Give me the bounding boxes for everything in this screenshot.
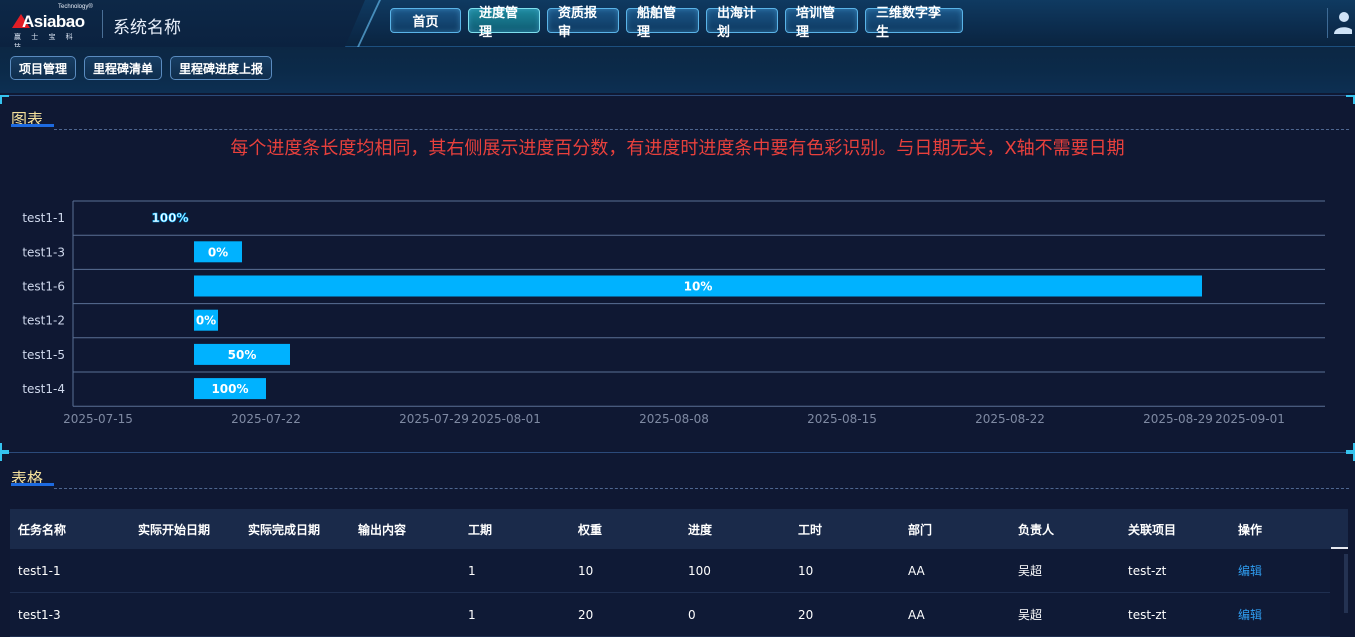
column-header[interactable]: 部门	[908, 509, 932, 549]
corner-decoration	[0, 95, 9, 104]
column-header[interactable]: 进度	[688, 509, 712, 549]
nav-sea-plan[interactable]: 出海计划	[706, 6, 778, 40]
table-cell: AA	[908, 607, 925, 622]
table-cell: 10	[578, 563, 594, 578]
x-tick-label: 2025-07-22	[231, 412, 301, 426]
sub-nav-bar: 项目管理 里程碑清单 里程碑进度上报	[0, 47, 1355, 93]
table-scrollbar[interactable]	[1344, 554, 1348, 613]
y-tick-label: test1-1	[22, 211, 65, 225]
top-header: Asiabao Technology® 赢 士 宝 科 技 系统名称 首页 进度…	[0, 0, 1355, 51]
bar-progress-label: 0%	[196, 314, 216, 328]
y-tick-label: test1-5	[22, 348, 65, 362]
x-tick-label: 2025-08-15	[807, 412, 877, 426]
logo-tech: Technology®	[58, 4, 93, 10]
chart-note: 每个进度条长度均相同，其右侧展示进度百分数，有进度时进度条中要有色彩识别。与日期…	[230, 138, 1125, 159]
column-header[interactable]: 操作	[1238, 509, 1262, 549]
corner-decoration	[1346, 95, 1355, 104]
y-tick-label: test1-3	[22, 245, 65, 259]
subnav-milestone-progress-report[interactable]: 里程碑进度上报	[170, 56, 273, 80]
user-divider	[1327, 8, 1328, 38]
column-header[interactable]: 实际开始日期	[138, 509, 210, 549]
table-cell: 10	[798, 563, 814, 578]
user-avatar-icon[interactable]	[1330, 9, 1352, 35]
column-header[interactable]: 负责人	[1018, 509, 1054, 549]
gantt-chart: test1-1 test1-3 test1-6 test1-2 test1-5 test1…	[22, 200, 1325, 426]
nav-training-management[interactable]: 培训管理	[785, 6, 858, 40]
nav-home[interactable]: 首页	[390, 8, 461, 33]
corner-decoration	[0, 452, 9, 461]
company-logo: Asiabao Technology® 赢 士 宝 科 技	[12, 4, 93, 51]
bar-progress-label: 10%	[684, 280, 713, 294]
subnav-milestone-list[interactable]: 里程碑清单	[84, 56, 163, 80]
column-header[interactable]: 实际完成日期	[248, 509, 320, 549]
table-cell: 吴超	[1018, 564, 1043, 578]
logo-word: Asiabao	[22, 12, 85, 31]
table-cell: 1	[468, 563, 476, 578]
column-header[interactable]: 工时	[798, 509, 822, 549]
table-cell: 100	[688, 563, 711, 578]
y-tick-label: test1-4	[22, 382, 65, 396]
corner-decoration	[1346, 443, 1355, 452]
edit-link[interactable]: 编辑	[1238, 549, 1262, 592]
x-tick-label: 2025-07-15	[63, 412, 133, 426]
table-cell: test-zt	[1128, 563, 1167, 578]
table-cell: 1	[468, 607, 476, 622]
y-tick-label: test1-6	[22, 280, 65, 294]
table-title-divider	[54, 488, 1349, 489]
column-header[interactable]: 任务名称	[18, 509, 66, 549]
table-cell: 20	[578, 607, 594, 622]
bar-progress-label: 100%	[151, 211, 188, 225]
nav-digital-twin[interactable]: 三维数字孪生	[865, 6, 963, 40]
column-header[interactable]: 工期	[468, 509, 492, 549]
x-tick-label: 2025-07-29	[399, 412, 469, 426]
table-row[interactable]: test1-3 1 20 0 20 AA 吴超 test-zt 编辑	[10, 593, 1330, 637]
x-tick-label: 2025-09-01	[1215, 412, 1285, 426]
subnav-project-management[interactable]: 项目管理	[10, 56, 77, 80]
brand-divider	[102, 10, 103, 38]
bar-progress-label: 100%	[211, 382, 248, 396]
table-cell: AA	[908, 563, 925, 578]
corner-decoration	[0, 443, 9, 452]
table-cell: 20	[798, 607, 814, 622]
y-tick-label: test1-2	[22, 314, 65, 328]
table-cell: test1-1	[18, 563, 61, 578]
chart-title-divider	[54, 129, 1349, 130]
column-header[interactable]: 权重	[578, 509, 602, 549]
nav-qualification-review[interactable]: 资质报审	[547, 6, 619, 40]
x-tick-label: 2025-08-29	[1143, 412, 1213, 426]
table-title-underline	[11, 483, 54, 486]
table-cell: test1-3	[18, 607, 61, 622]
scrollbar-top-edge	[1331, 547, 1348, 549]
bar-progress-label: 50%	[228, 348, 257, 362]
sub-nav: 项目管理 里程碑清单 里程碑进度上报	[10, 56, 273, 80]
table-cell: 吴超	[1018, 608, 1043, 622]
corner-decoration	[1346, 452, 1355, 461]
column-header[interactable]: 关联项目	[1128, 509, 1176, 549]
x-tick-label: 2025-08-01	[471, 412, 541, 426]
edit-link[interactable]: 编辑	[1238, 593, 1262, 636]
column-header[interactable]: 输出内容	[358, 509, 406, 549]
x-tick-label: 2025-08-08	[639, 412, 709, 426]
bar-progress-label: 0%	[208, 245, 228, 259]
main-nav: 首页 进度管理 资质报审 船舶管理 出海计划 培训管理 三维数字孪生	[390, 6, 963, 40]
nav-ship-management[interactable]: 船舶管理	[626, 6, 699, 40]
table-cell: test-zt	[1128, 607, 1167, 622]
table-header: 任务名称 实际开始日期 实际完成日期 输出内容 工期 权重 进度 工时 部门 负责人 关联项目 操作	[10, 509, 1348, 549]
system-name: 系统名称	[113, 18, 181, 38]
x-tick-label: 2025-08-22	[975, 412, 1045, 426]
table-cell: 0	[688, 607, 696, 622]
table-row[interactable]: test1-1 1 10 100 10 AA 吴超 test-zt 编辑	[10, 549, 1330, 593]
chart-title-underline	[11, 124, 54, 127]
nav-progress-management[interactable]: 进度管理	[468, 6, 540, 40]
